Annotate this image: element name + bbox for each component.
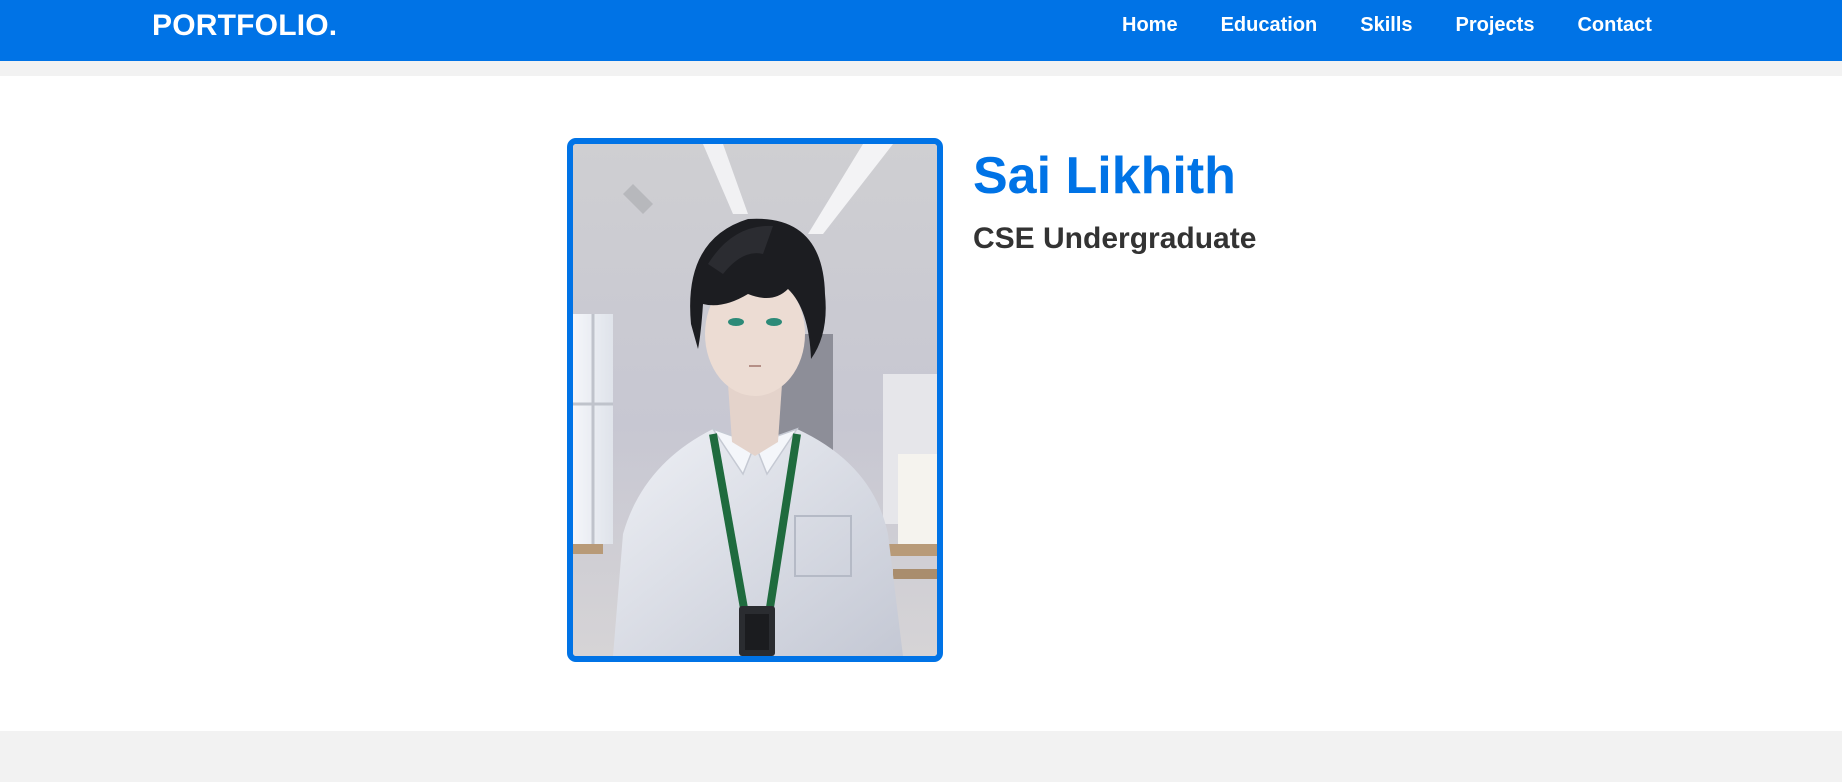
nav-link-contact[interactable]: Contact xyxy=(1577,14,1651,37)
profile-photo xyxy=(567,138,943,662)
nav-links: Home Education Skills Projects Contact xyxy=(1122,14,1695,37)
profile-role: CSE Undergraduate xyxy=(973,222,1257,255)
profile-name: Sai Likhith xyxy=(973,147,1236,205)
nav-link-education[interactable]: Education xyxy=(1221,14,1318,37)
profile-illustration xyxy=(573,144,937,656)
brand-logo[interactable]: PORTFOLIO. xyxy=(152,9,337,43)
hero-section: Sai Likhith CSE Undergraduate xyxy=(0,76,1842,731)
nav-link-home[interactable]: Home xyxy=(1122,14,1178,37)
nav-link-skills[interactable]: Skills xyxy=(1360,14,1412,37)
navbar: PORTFOLIO. Home Education Skills Project… xyxy=(0,0,1842,61)
nav-link-projects[interactable]: Projects xyxy=(1456,14,1535,37)
